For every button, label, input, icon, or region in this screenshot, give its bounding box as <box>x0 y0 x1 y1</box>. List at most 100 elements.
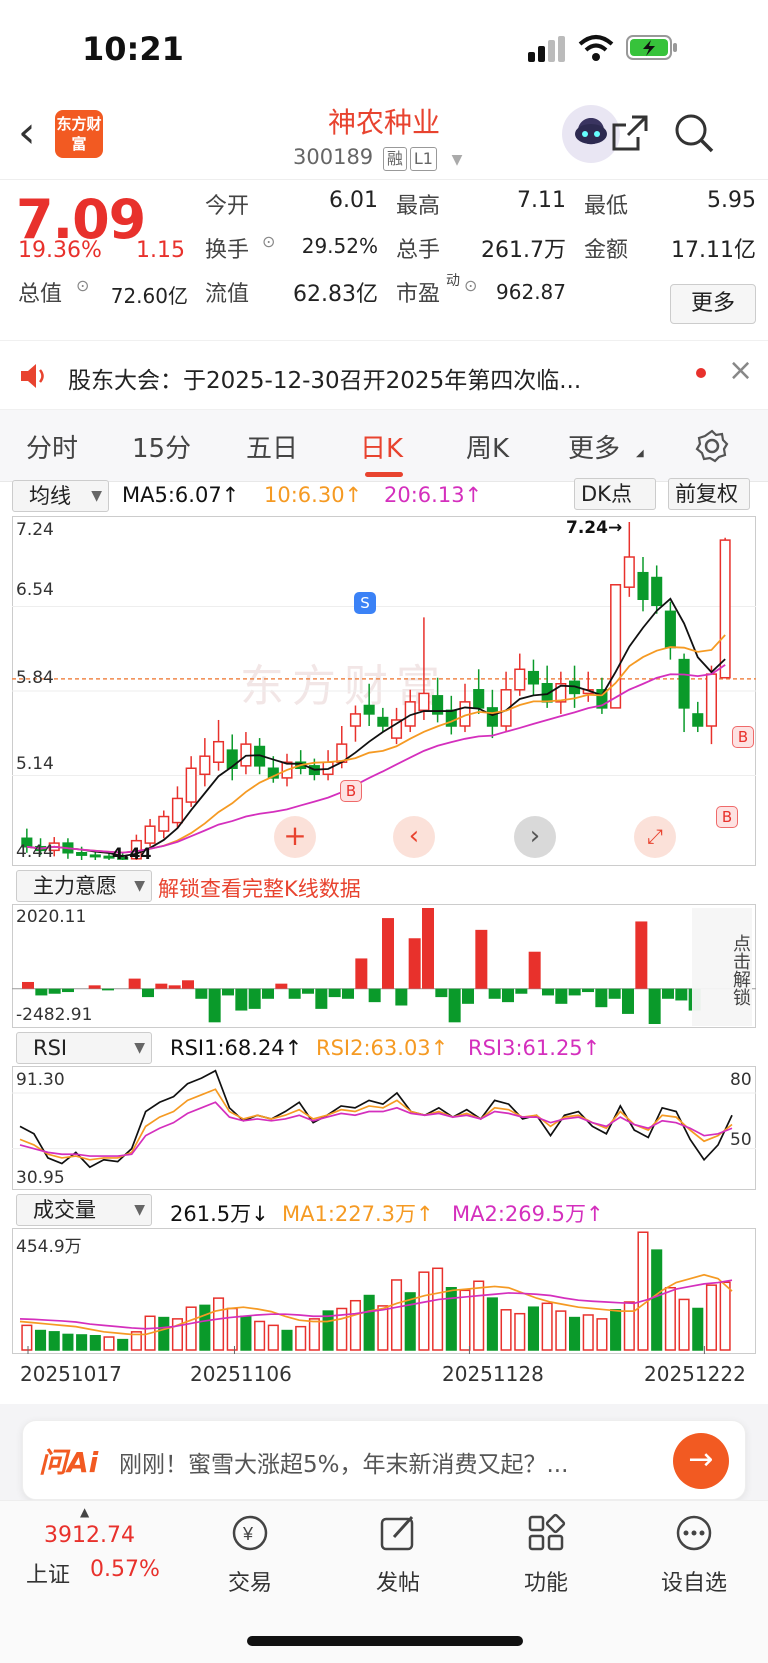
volume-bar <box>692 1307 704 1351</box>
main-force-bar <box>22 981 34 989</box>
nav-add-watchlist[interactable]: 设自选 <box>634 1513 754 1597</box>
volume-bar <box>349 1299 362 1351</box>
svg-text:¥: ¥ <box>242 1524 254 1544</box>
volume-bar <box>623 1301 635 1351</box>
share-icon[interactable] <box>608 111 652 155</box>
volume-select[interactable]: 成交量 ▼ <box>16 1194 152 1226</box>
info-icon[interactable]: ⊙ <box>262 232 275 251</box>
main-force-select[interactable]: 主力意愿 ▼ <box>16 870 152 902</box>
open-value: 6.01 <box>329 188 378 213</box>
high-label: 最高 <box>396 194 441 219</box>
indicator-select[interactable]: 均线 ▼ <box>12 480 109 512</box>
change-amount: 1.15 <box>136 238 185 263</box>
nav-functions[interactable]: 功能 <box>486 1513 606 1597</box>
wifi-icon <box>578 35 614 61</box>
ma20-legend: 20:6.13↑ <box>384 483 483 507</box>
float-cap-label: 流值 <box>205 282 250 307</box>
volume-bar <box>541 1302 553 1351</box>
dropdown-arrow-icon: ▼ <box>91 488 102 504</box>
main-force-bar <box>568 988 581 996</box>
candle-body <box>719 539 731 679</box>
dk-point-label: DK点 <box>581 482 632 506</box>
volume-bar <box>226 1307 238 1351</box>
kline-chart <box>12 522 756 860</box>
ai-prompt-text: 刚刚！蜜雪大涨超5%，年末新消费又起？... <box>119 1452 569 1478</box>
tab-more-arrow-icon: ◢ <box>636 448 644 459</box>
tab-weekly-k[interactable]: 周K <box>466 428 509 465</box>
stock-code-row[interactable]: 300189 融 L1 ▼ <box>293 145 462 171</box>
rsi2-legend: RSI2:63.03↑ <box>316 1036 449 1060</box>
volume-bar <box>664 1286 676 1351</box>
buy-marker[interactable]: B <box>716 806 738 828</box>
main-force-bar <box>168 985 181 989</box>
candle-body <box>623 556 635 588</box>
candle-body <box>705 673 718 727</box>
info-icon[interactable]: ⊙ <box>464 276 477 295</box>
candle-body <box>637 571 649 601</box>
info-icon[interactable]: ⊙ <box>76 276 89 295</box>
sell-marker[interactable]: S <box>354 592 376 614</box>
search-icon[interactable] <box>672 111 716 155</box>
volume-bar <box>610 1309 622 1351</box>
nav-trade[interactable]: ¥ 交易 <box>190 1513 310 1597</box>
nav-post[interactable]: 发帖 <box>338 1513 458 1597</box>
ai-prompt-bar[interactable]: 问Ai 刚刚！蜜雪大涨超5%，年末新消费又起？... → <box>22 1420 746 1500</box>
tab-more[interactable]: 更多 <box>568 428 620 465</box>
index-value[interactable]: 3912.74 <box>44 1523 135 1548</box>
high-value: 7.11 <box>517 188 566 213</box>
tab-intraday[interactable]: 分时 <box>26 428 78 465</box>
status-time: 10:21 <box>82 30 184 68</box>
nav-post-label: 发帖 <box>375 1571 420 1596</box>
volume-value: 261.7万 <box>481 238 566 263</box>
tab-daily-k[interactable]: 日K <box>360 428 403 465</box>
close-icon[interactable]: × <box>728 353 753 388</box>
main-force-bar <box>448 988 461 1023</box>
tab-15min[interactable]: 15分 <box>132 428 191 465</box>
scroll-right-button[interactable]: › <box>514 816 556 858</box>
main-force-bar <box>62 988 74 993</box>
expand-arrow-icon[interactable]: ▲ <box>80 1505 89 1519</box>
buy-marker[interactable]: B <box>340 780 362 802</box>
y-label-top: 7.24 <box>16 520 54 540</box>
y-label-4: 5.14 <box>16 754 54 774</box>
rsi-80-label: 80 <box>730 1070 752 1090</box>
main-force-bar <box>662 988 674 999</box>
main-force-bar <box>635 921 648 989</box>
volume-bar <box>281 1329 293 1351</box>
dk-point-button[interactable]: DK点 <box>574 478 656 510</box>
grid-icon <box>528 1513 566 1551</box>
main-force-bar <box>315 988 328 1009</box>
main-force-bar <box>675 988 688 1001</box>
unlock-link[interactable]: 解锁查看完整K线数据 <box>158 873 361 903</box>
rsi-select[interactable]: RSI ▼ <box>16 1032 152 1064</box>
volume-bar <box>596 1318 608 1351</box>
volume-bar <box>582 1314 594 1351</box>
index-name: 上证 <box>26 1563 71 1588</box>
candle-body <box>692 713 704 727</box>
notice-bar[interactable]: 股东大会：于2025-12-30召开2025年第四次临... × <box>0 340 768 410</box>
volume-ma1-legend: MA1:227.3万↑ <box>282 1202 434 1226</box>
rsi2-line <box>19 1088 733 1161</box>
click-unlock-button[interactable]: 点击解锁 <box>692 908 752 1026</box>
candle-body <box>527 670 540 685</box>
main-force-bar <box>48 988 61 994</box>
settings-icon[interactable] <box>694 428 730 464</box>
rsi-select-value: RSI <box>33 1036 68 1060</box>
adjust-button[interactable]: 前复权 <box>668 478 750 510</box>
volume-bar <box>34 1329 47 1351</box>
candle-body <box>158 815 170 832</box>
pe-dynamic-sup: 动 <box>446 273 460 289</box>
scroll-left-button[interactable]: ‹ <box>393 816 435 858</box>
main-force-bar <box>515 988 528 994</box>
tab-five-day[interactable]: 五日 <box>246 428 298 465</box>
main-force-bar <box>182 980 194 989</box>
ai-go-button[interactable]: → <box>673 1433 729 1489</box>
volume-bar <box>158 1316 170 1351</box>
margin-tag: 融 <box>382 147 407 171</box>
fullscreen-icon[interactable]: ⤢ <box>634 816 676 858</box>
mf-y-min: -2482.91 <box>16 1005 93 1025</box>
buy-marker[interactable]: B <box>732 726 754 748</box>
more-button[interactable]: 更多 <box>670 284 756 324</box>
zoom-in-button[interactable]: + <box>274 816 316 858</box>
quote-panel: 7.09 19.36% 1.15 今开 6.01 最高 7.11 最低 5.95… <box>0 180 768 340</box>
